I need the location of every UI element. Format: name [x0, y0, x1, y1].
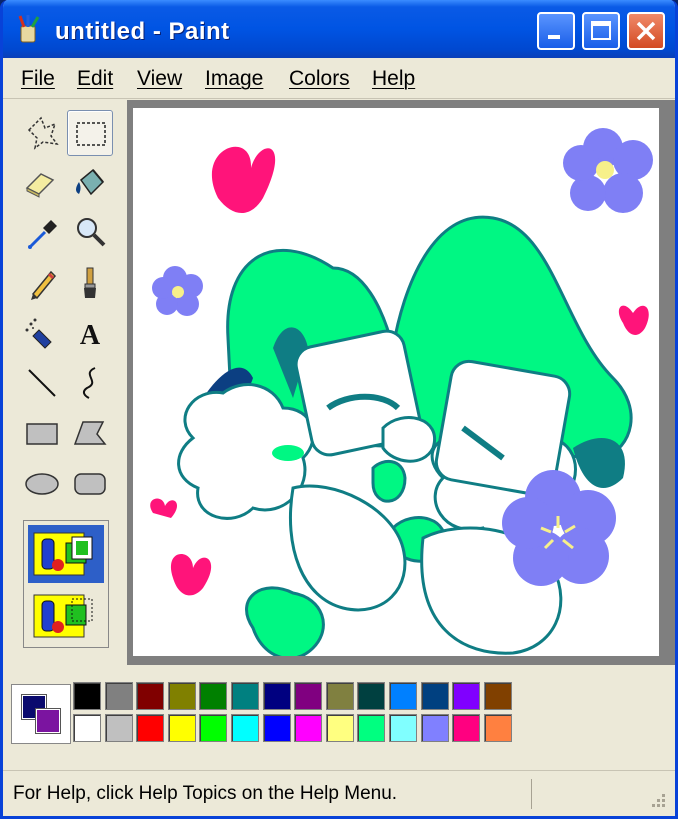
svg-text:A: A [80, 320, 101, 351]
palette-swatch[interactable] [167, 714, 196, 742]
palette-swatch[interactable] [136, 714, 165, 742]
tool-polygon[interactable] [67, 410, 113, 456]
status-divider [531, 779, 532, 809]
maximize-button[interactable] [582, 12, 620, 50]
palette-swatch[interactable] [167, 682, 196, 710]
tool-brush[interactable] [67, 260, 113, 306]
background-color [35, 708, 61, 734]
tool-select[interactable] [67, 110, 113, 156]
window-title: untitled - Paint [55, 18, 230, 45]
fill-with-color-icon [76, 168, 105, 196]
toolbox: A [9, 100, 128, 662]
palette-swatch[interactable] [262, 714, 291, 742]
selection-options [23, 520, 109, 648]
tool-ellipse[interactable] [19, 460, 65, 506]
menu-bar: File Edit View Image Colors Help [3, 58, 675, 99]
palette-swatch[interactable] [357, 714, 386, 742]
minimize-icon [548, 35, 560, 39]
rounded-rectangle-icon [74, 473, 106, 495]
ellipse-icon [25, 473, 59, 495]
palette-swatch[interactable] [483, 714, 512, 742]
drawing-canvas[interactable] [133, 108, 659, 656]
palette-swatch[interactable] [420, 714, 449, 742]
palette-swatch[interactable] [73, 682, 101, 710]
title-bar[interactable]: untitled - Paint [3, 0, 675, 58]
menu-image[interactable]: Image [205, 67, 263, 91]
tool-pencil[interactable] [19, 260, 65, 306]
palette-swatch[interactable] [325, 714, 354, 742]
transparent-selection-icon [33, 594, 93, 638]
tool-free-form-select[interactable] [19, 110, 65, 156]
palette-swatch[interactable] [294, 682, 323, 710]
airbrush-icon [25, 318, 52, 349]
status-bar: For Help, click Help Topics on the Help … [3, 770, 675, 816]
tool-magnifier[interactable] [67, 210, 113, 256]
tool-eraser[interactable] [19, 160, 65, 206]
tool-rectangle[interactable] [19, 410, 65, 456]
magnifier-icon [77, 218, 106, 247]
palette-swatch[interactable] [357, 682, 386, 710]
palette-swatch[interactable] [231, 714, 259, 742]
palette-swatch[interactable] [389, 714, 417, 742]
text-icon: A [80, 320, 101, 351]
transparent-selection-option[interactable] [28, 587, 104, 645]
tool-pick-color[interactable] [19, 210, 65, 256]
paint-icon [18, 15, 40, 43]
tool-rounded-rectangle[interactable] [67, 460, 113, 506]
palette-swatch[interactable] [452, 682, 481, 710]
resize-grip-icon[interactable] [649, 791, 667, 809]
palette-swatch[interactable] [199, 682, 228, 710]
palette-swatch[interactable] [231, 682, 259, 710]
tool-fill[interactable] [67, 160, 113, 206]
palette-swatch[interactable] [452, 714, 481, 742]
tool-curve[interactable] [67, 360, 113, 406]
palette-swatch[interactable] [325, 682, 354, 710]
canvas-drawing [150, 128, 653, 656]
palette-swatch[interactable] [104, 714, 133, 742]
tool-airbrush[interactable] [19, 310, 65, 356]
palette-swatch[interactable] [294, 714, 323, 742]
status-text: For Help, click Help Topics on the Help … [13, 783, 398, 804]
close-button[interactable] [627, 12, 665, 50]
palette-swatch[interactable] [199, 714, 228, 742]
palette-swatch[interactable] [389, 682, 417, 710]
minimize-button[interactable] [537, 12, 575, 50]
palette-swatch[interactable] [73, 714, 101, 742]
tool-text[interactable]: A [67, 310, 113, 356]
close-icon [636, 21, 656, 41]
pencil-icon [31, 270, 57, 300]
opaque-selection-option[interactable] [28, 525, 104, 583]
menu-file[interactable]: File [21, 67, 55, 91]
pick-color-icon [28, 220, 57, 249]
maximize-icon [591, 21, 611, 40]
curve-icon [82, 367, 96, 399]
paint-window: untitled - Paint File Edit View Image Co… [0, 0, 678, 819]
tool-line[interactable] [19, 360, 65, 406]
menu-view[interactable]: View [137, 67, 182, 91]
line-icon [28, 369, 56, 397]
canvas-area [127, 100, 675, 665]
select-icon [76, 122, 106, 146]
rectangle-icon [26, 423, 58, 445]
palette-swatch[interactable] [104, 682, 133, 710]
palette-swatch[interactable] [136, 682, 165, 710]
color-palette [3, 672, 675, 752]
menu-colors[interactable]: Colors [289, 67, 350, 91]
eraser-icon [25, 173, 55, 198]
menu-edit[interactable]: Edit [77, 67, 113, 91]
current-colors[interactable] [11, 684, 71, 744]
menu-help[interactable]: Help [372, 67, 415, 91]
palette-swatch[interactable] [262, 682, 291, 710]
brush-icon [84, 267, 96, 298]
opaque-selection-icon [33, 532, 93, 576]
palette-swatch[interactable] [420, 682, 449, 710]
free-form-select-icon [27, 116, 59, 150]
polygon-icon [73, 421, 107, 445]
palette-swatch[interactable] [483, 682, 512, 710]
